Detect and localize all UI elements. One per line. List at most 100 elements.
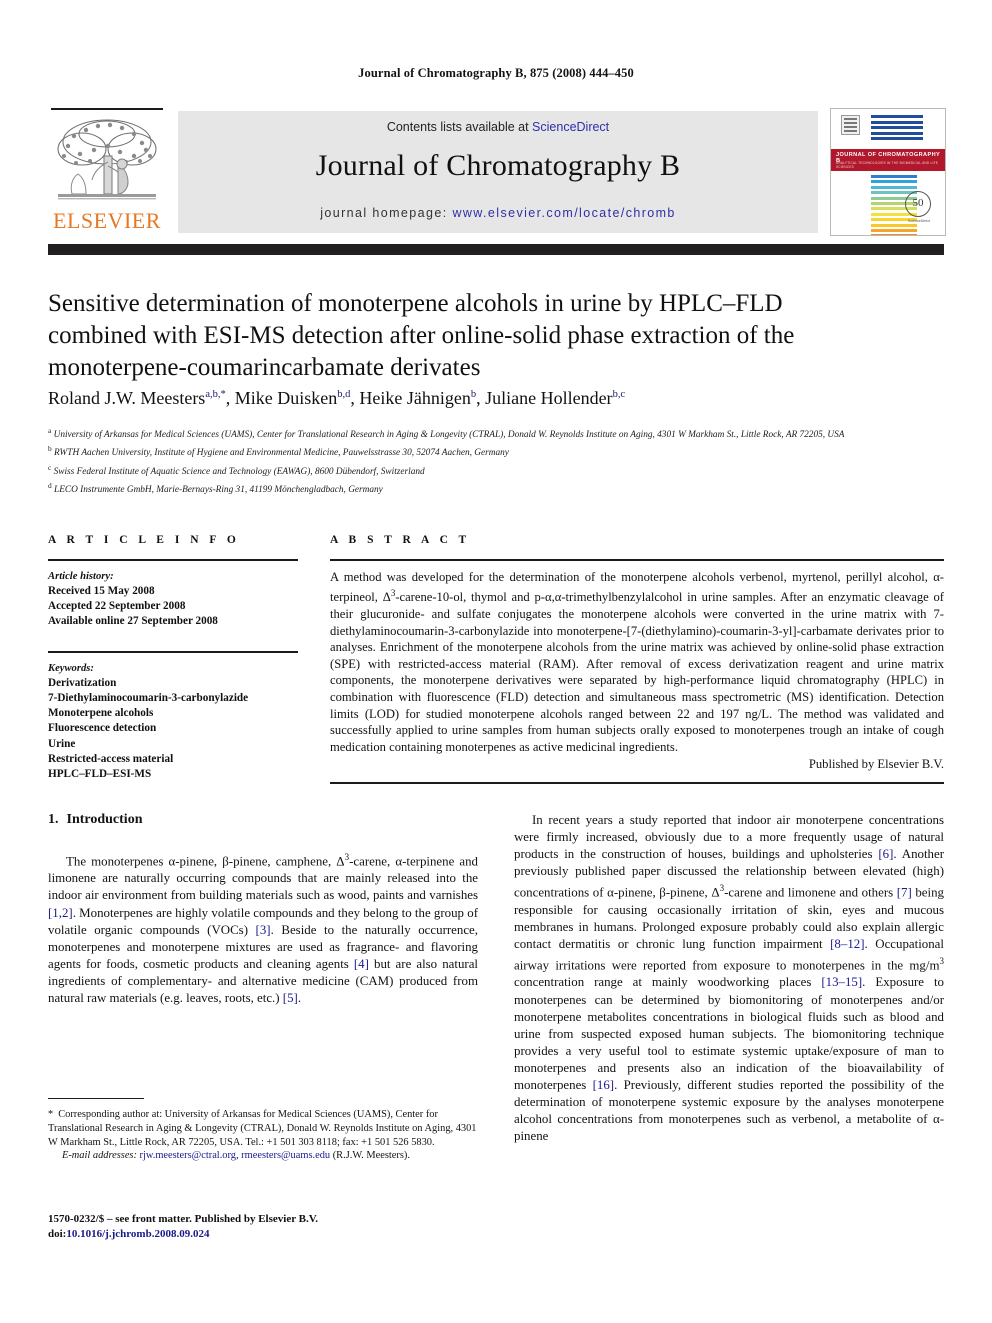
banner-grey-panel: Contents lists available at ScienceDirec…	[178, 111, 818, 233]
citation-link[interactable]: [7]	[897, 886, 912, 900]
abstract-publisher-line: Published by Elsevier B.V.	[808, 757, 944, 772]
journal-cover-thumbnail[interactable]: JOURNAL OF CHROMATOGRAPHY B ANALYTICAL T…	[830, 108, 946, 236]
keyword-item: Fluorescence detection	[48, 722, 157, 735]
author-separator: ,	[225, 388, 235, 408]
author-name: Roland J.W. Meesters	[48, 388, 206, 408]
doi-label: doi:	[48, 1228, 67, 1240]
affiliation-line: d LECO Instrumente GmbH, Marie-Bernays-R…	[48, 479, 938, 497]
text-run: Δ	[711, 885, 720, 900]
contents-available-line: Contents lists available at ScienceDirec…	[178, 120, 818, 134]
paper-page: Journal of Chromatography B, 875 (2008) …	[0, 0, 992, 1323]
footnote-corresponding: * Corresponding author at: University of …	[48, 1108, 478, 1149]
affiliation-text: LECO Instrumente GmbH, Marie-Bernays-Rin…	[51, 484, 383, 495]
keywords-block: Keywords: Derivatization 7-Diethylaminoco…	[48, 651, 298, 782]
journal-title: Journal of Chromatography B	[315, 149, 681, 182]
text-run: Δ	[382, 590, 391, 605]
superscript: 3	[344, 852, 350, 862]
text-run: Δ	[336, 854, 345, 869]
cover-band-subtitle: ANALYTICAL TECHNOLOGIES IN THE BIOMEDICA…	[836, 161, 939, 169]
abstract-body: A method was developed for the determina…	[330, 569, 944, 754]
running-head: Journal of Chromatography B, 875 (2008) …	[358, 66, 634, 80]
elsevier-logo: ELSEVIER	[48, 108, 166, 236]
citation-link[interactable]: [6]	[878, 847, 893, 861]
cover-seal-caption: ScienceDirect	[907, 219, 931, 223]
elsevier-wordmark: ELSEVIER	[53, 208, 161, 233]
email-owner: (R.J.W. Meesters).	[332, 1150, 410, 1162]
anniversary-seal: 50	[905, 191, 931, 217]
cover-title-band: JOURNAL OF CHROMATOGRAPHY B ANALYTICAL T…	[831, 149, 945, 171]
keyword-item: Urine	[48, 737, 76, 750]
author-name: Juliane Hollender	[485, 388, 613, 408]
keyword-item: HPLC–FLD–ESI-MS	[48, 768, 152, 781]
citation-link[interactable]: [5]	[283, 991, 298, 1005]
superscript: 3	[719, 883, 725, 894]
colophon: 1570-0232/$ – see front matter. Publishe…	[48, 1212, 488, 1242]
homepage-prefix: journal homepage:	[320, 206, 453, 220]
citation-link[interactable]: [4]	[354, 957, 369, 971]
doi-link[interactable]: 10.1016/j.jchromb.2008.09.024	[66, 1228, 209, 1240]
section-heading-introduction: 1. Introduction	[48, 812, 478, 828]
front-matter-line: 1570-0232/$ – see front matter. Publishe…	[48, 1213, 319, 1225]
body-column-left: 1. Introduction The monoterpenes α-pinene…	[48, 812, 478, 1007]
keyword-item: Monoterpene alcohols	[48, 707, 154, 720]
footnote-corresponding-text: Corresponding author at: University of A…	[48, 1109, 477, 1148]
corresponding-author-footnote: * Corresponding author at: University of …	[48, 1098, 478, 1163]
sciencedirect-link[interactable]: ScienceDirect	[532, 120, 609, 134]
citation-link[interactable]: [1,2]	[48, 906, 73, 920]
contents-prefix: Contents lists available at	[386, 120, 533, 134]
affiliation-line: a University of Arkansas for Medical Sci…	[48, 424, 938, 442]
footnote-emails: E-mail addresses: rjw.meesters@ctral.org…	[48, 1149, 478, 1163]
keywords-rule	[48, 651, 298, 653]
keyword-lines: Derivatization 7-Diethylaminocoumarin-3-c…	[48, 676, 298, 782]
abstract-rule	[330, 559, 944, 561]
cover-logo-box	[841, 115, 860, 135]
journal-banner: ELSEVIER Contents lists available at Sci…	[48, 108, 946, 236]
article-info-column: A R T I C L E I N F O Article history: R…	[48, 534, 298, 782]
article-history-label: Article history:	[48, 570, 114, 582]
keyword-item: Derivatization	[48, 676, 117, 689]
abstract-bottom-rule	[330, 782, 944, 784]
intro-paragraph-left: The monoterpenes α-pinene, β-pinene, cam…	[48, 852, 479, 1006]
citation-link[interactable]: [8–12]	[830, 937, 864, 951]
affiliation-line: b RWTH Aachen University, Institute of H…	[48, 442, 938, 460]
footnote-star: *	[48, 1109, 54, 1121]
affiliation-list: a University of Arkansas for Medical Sci…	[48, 424, 938, 497]
section-title: Introduction	[66, 812, 143, 827]
banner-bottom-rule	[48, 244, 944, 255]
keywords-label: Keywords:	[48, 662, 94, 674]
body-column-right: In recent years a study reported that in…	[514, 812, 944, 1145]
citation-link[interactable]: [16]	[593, 1078, 614, 1092]
affiliation-text: University of Arkansas for Medical Scien…	[51, 430, 845, 441]
cover-top-bars	[871, 115, 923, 145]
intro-paragraph-right: In recent years a study reported that in…	[514, 813, 945, 1144]
footnote-rule	[48, 1098, 144, 1100]
author-name: Heike Jähnigen	[359, 388, 471, 408]
email-link-secondary[interactable]: rmeesters@uams.edu	[241, 1150, 330, 1161]
author-affiliation-marks: b,c	[612, 389, 626, 400]
doi-line: doi:10.1016/j.jchromb.2008.09.024	[48, 1227, 488, 1242]
citation-link[interactable]: [3]	[256, 923, 271, 937]
elsevier-tree-icon	[52, 116, 162, 208]
keyword-item: Restricted-access material	[48, 752, 174, 765]
article-info-rule	[48, 559, 298, 561]
author-name: Mike Duisken	[234, 388, 338, 408]
superscript: 3	[390, 588, 396, 599]
article-history-lines: Received 15 May 2008 Accepted 22 Septembe…	[48, 584, 298, 630]
page-title: Sensitive determination of monoterpene a…	[48, 290, 795, 381]
author-separator: ,	[476, 388, 486, 408]
affiliation-text: Swiss Federal Institute of Aquatic Scien…	[51, 466, 425, 477]
keyword-item: 7-Diethylaminocoumarin-3-carbonylazide	[48, 692, 249, 704]
section-number: 1.	[48, 812, 59, 827]
affiliation-line: c Swiss Federal Institute of Aquatic Sci…	[48, 461, 938, 479]
email-link-primary[interactable]: rjw.meesters@ctral.org	[140, 1150, 236, 1161]
article-history-item: Available online 27 September 2008	[48, 615, 218, 627]
text-run: m	[929, 958, 940, 973]
author-affiliation-marks: b,d	[337, 389, 351, 400]
journal-homepage-link[interactable]: www.elsevier.com/locate/chromb	[452, 206, 675, 220]
superscript: 3	[939, 956, 945, 967]
citation-link[interactable]: [13–15]	[821, 975, 862, 989]
journal-homepage-line: journal homepage: www.elsevier.com/locat…	[178, 206, 818, 220]
author-affiliation-marks: a,b,*	[205, 389, 226, 400]
article-info-heading: A R T I C L E I N F O	[48, 534, 240, 546]
article-history-item: Received 15 May 2008	[48, 584, 155, 597]
